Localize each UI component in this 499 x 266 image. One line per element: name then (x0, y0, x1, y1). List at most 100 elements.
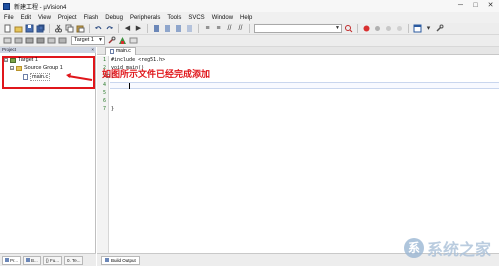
settings-wrench-icon[interactable] (435, 24, 444, 33)
menu-window[interactable]: Window (212, 15, 233, 21)
line-number: 7 (102, 106, 106, 112)
project-panel: Project × − Target 1 − Source Group 1 ma… (0, 47, 96, 253)
breakpoint-disable-icon[interactable] (384, 24, 393, 33)
toolbar-separator (49, 24, 50, 33)
editor-tab-label: main.c (116, 48, 131, 54)
menu-edit[interactable]: Edit (21, 15, 31, 21)
code-line[interactable]: } (111, 106, 114, 112)
watermark-text: 系统之家 (426, 240, 491, 259)
target-select[interactable]: Target 1 ▼ (71, 36, 105, 45)
bookmark-icon[interactable] (152, 24, 161, 33)
indent-icon[interactable]: ≡ (203, 24, 212, 33)
download-icon[interactable] (58, 36, 67, 45)
file-toolbar: ◀ ▶ ≡ ≡ // // ▼ ▾ (0, 23, 499, 35)
translate-icon[interactable] (3, 36, 12, 45)
menu-file[interactable]: File (4, 15, 14, 21)
copy-icon[interactable] (65, 24, 74, 33)
packs-icon[interactable] (129, 36, 138, 45)
rebuild-icon[interactable] (25, 36, 34, 45)
line-number: 5 (102, 90, 106, 96)
toolbar-separator (249, 24, 250, 33)
title-bar: 新建工程 - µVision4 ─ □ ✕ (0, 0, 499, 12)
nav-forward-icon[interactable]: ▶ (134, 24, 143, 33)
manage-components-icon[interactable] (118, 36, 127, 45)
toolbar-separator (408, 24, 409, 33)
minimize-button[interactable]: ─ (456, 2, 465, 10)
text-caret (129, 83, 130, 89)
tab-templates-label: 0. Te... (67, 257, 81, 263)
editor-tab-main-c[interactable]: main.c (105, 47, 136, 55)
build-output-label: Build Output (111, 257, 136, 263)
open-folder-icon[interactable] (14, 24, 23, 33)
menu-help[interactable]: Help (240, 15, 252, 21)
toolbar-separator (118, 24, 119, 33)
toolbar-separator (147, 24, 148, 33)
build-toolbar: Target 1 ▼ (0, 35, 499, 47)
build-icon[interactable] (14, 36, 23, 45)
clear-bookmarks-icon[interactable] (185, 24, 194, 33)
menu-tools[interactable]: Tools (167, 15, 181, 21)
menu-bar: File Edit View Project Flash Debug Perip… (0, 12, 499, 23)
toolbar-separator (357, 24, 358, 33)
tab-project-label: Pr... (10, 257, 19, 263)
bookmark-next-icon[interactable] (174, 24, 183, 33)
menu-flash[interactable]: Flash (84, 15, 99, 21)
undo-icon[interactable] (94, 24, 103, 33)
annotation-arrow (66, 73, 93, 81)
c-file-icon (110, 49, 114, 54)
menu-svcs[interactable]: SVCS (188, 15, 204, 21)
menu-project[interactable]: Project (58, 15, 77, 21)
line-number: 6 (102, 98, 106, 104)
toolbar-separator (89, 24, 90, 33)
tab-books-label: B... (31, 257, 38, 263)
editor-tab-strip: main.c (97, 47, 499, 55)
line-number: 1 (102, 57, 106, 63)
project-tab-icon (5, 258, 9, 262)
menu-debug[interactable]: Debug (105, 15, 123, 21)
target-select-value: Target 1 (74, 37, 94, 43)
paste-icon[interactable] (76, 24, 85, 33)
find-in-files-icon[interactable] (344, 24, 353, 33)
code-line[interactable]: #include <reg51.h> (111, 57, 165, 63)
window-controls: ─ □ ✕ (456, 2, 495, 10)
save-icon[interactable] (25, 24, 34, 33)
find-combo[interactable]: ▼ (254, 24, 342, 33)
cut-icon[interactable] (54, 24, 63, 33)
chevron-down-icon: ▼ (98, 37, 103, 43)
tab-functions[interactable]: {} Fu... (42, 255, 63, 265)
redo-icon[interactable] (105, 24, 114, 33)
breakpoint-icon[interactable] (373, 24, 382, 33)
stop-build-icon[interactable] (47, 36, 56, 45)
bookmark-prev-icon[interactable] (163, 24, 172, 33)
window-layout-icon[interactable] (413, 24, 422, 33)
unindent-icon[interactable]: ≡ (214, 24, 223, 33)
app-logo-icon (3, 2, 10, 10)
books-tab-icon (26, 258, 31, 262)
menu-view[interactable]: View (38, 15, 51, 21)
nav-back-icon[interactable]: ◀ (123, 24, 132, 33)
code-editor: main.c 1 2 3 4 5 6 7 − #include <reg51.h… (97, 47, 499, 253)
save-all-icon[interactable] (36, 24, 45, 33)
annotation-text: 如图所示文件已经完成添加 (102, 69, 211, 79)
maximize-button[interactable]: □ (471, 2, 480, 10)
new-file-icon[interactable] (3, 24, 12, 33)
build-output-icon (105, 258, 109, 262)
target-options-icon[interactable] (107, 36, 116, 45)
tab-project[interactable]: Pr... (2, 255, 22, 265)
tab-books[interactable]: B... (23, 255, 41, 265)
watermark-logo-icon: 系 (403, 238, 424, 258)
batch-build-icon[interactable] (36, 36, 45, 45)
uncomment-icon[interactable]: // (236, 24, 245, 33)
comment-icon[interactable]: // (225, 24, 234, 33)
current-line-highlight (110, 82, 499, 89)
breakpoint-kill-icon[interactable] (395, 24, 404, 33)
project-panel-tabs: Pr... B... {} Fu... 0. Te... (0, 253, 96, 266)
window-layout-dropdown-icon[interactable]: ▾ (424, 24, 433, 33)
menu-peripherals[interactable]: Peripherals (130, 15, 160, 21)
close-button[interactable]: ✕ (486, 2, 495, 10)
window-title: 新建工程 - µVision4 (14, 4, 67, 11)
toolbar-separator (198, 24, 199, 33)
debug-start-icon[interactable] (362, 24, 371, 33)
tab-templates[interactable]: 0. Te... (64, 255, 84, 265)
tab-build-output[interactable]: Build Output (101, 255, 140, 265)
